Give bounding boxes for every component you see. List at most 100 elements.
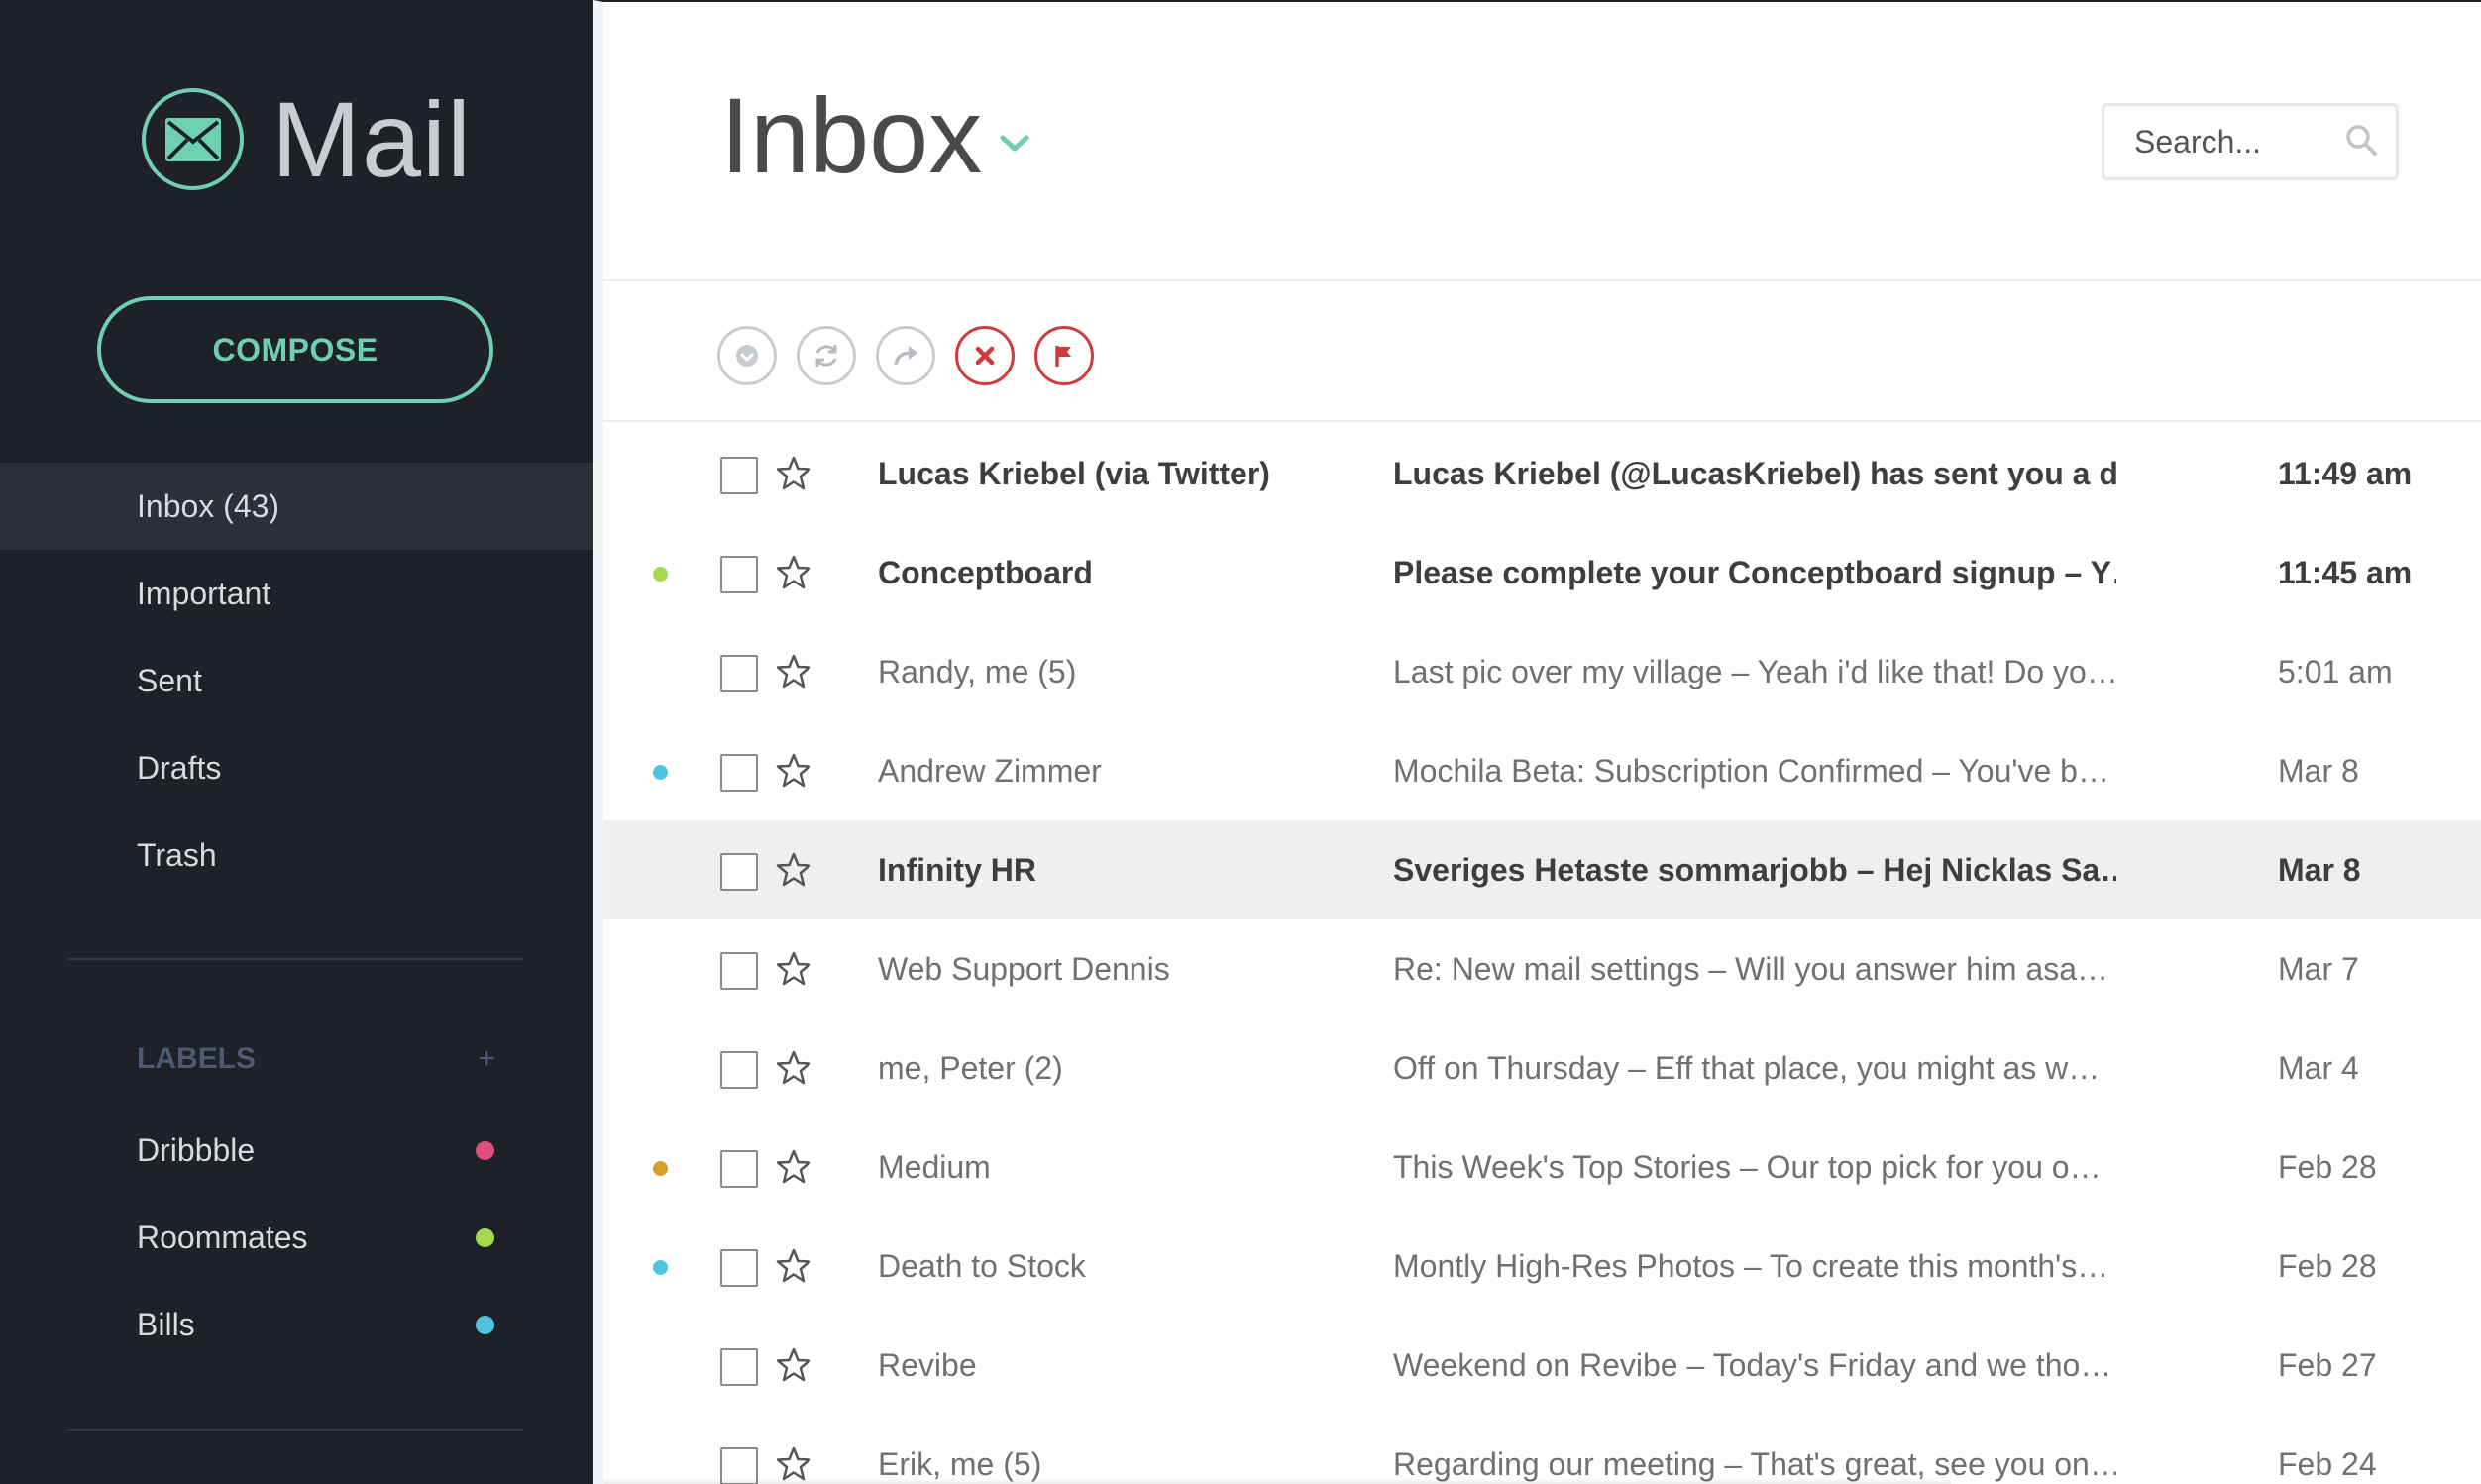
email-sender: Web Support Dennis [878, 951, 1170, 987]
email-sender: Lucas Kriebel (via Twitter) [878, 456, 1270, 491]
label-item-bills[interactable]: Bills [0, 1281, 593, 1368]
email-subject: This Week's Top Stories – Our top pick f… [1393, 1149, 2102, 1185]
message-toolbar [603, 283, 2481, 422]
email-date: Feb 27 [2278, 1347, 2377, 1383]
labels-header: LABELS + [137, 1042, 495, 1076]
star-icon[interactable] [775, 850, 812, 890]
email-subject: Lucas Kriebel (@LucasKriebel) has sent y… [1393, 456, 2116, 491]
label-name: Bills [137, 1306, 195, 1342]
email-subject: Montly High-Res Photos – To create this … [1393, 1248, 2109, 1284]
chevron-down-icon[interactable] [1000, 134, 1029, 159]
email-list: Lucas Kriebel (via Twitter) Lucas Kriebe… [603, 424, 2481, 1484]
label-item-dribbble[interactable]: Dribbble [0, 1107, 593, 1194]
app-name: Mail [271, 78, 473, 199]
email-sender: Medium [878, 1149, 991, 1185]
email-subject: Off on Thursday – Eff that place, you mi… [1393, 1050, 2101, 1086]
row-checkbox[interactable] [720, 1051, 758, 1089]
email-date: Mar 4 [2278, 1050, 2359, 1086]
nav-item-important[interactable]: Important [0, 550, 593, 637]
mail-app: Mail COMPOSE Inbox (43) Important Sent D… [0, 0, 2481, 1484]
label-color-dot [476, 1140, 494, 1160]
email-date: Feb 28 [2278, 1149, 2377, 1185]
email-row[interactable]: Death to Stock Montly High-Res Photos – … [603, 1217, 2481, 1316]
nav-item-inbox[interactable]: Inbox (43) [0, 463, 593, 550]
email-subject: Please complete your Conceptboard signup… [1393, 555, 2116, 590]
email-date: Mar 8 [2278, 753, 2359, 789]
search-input[interactable] [2134, 123, 2344, 160]
label-name: Dribbble [137, 1131, 256, 1168]
label-name: Roommates [137, 1219, 308, 1255]
label-dot [653, 765, 668, 780]
email-date: 5:01 am [2278, 654, 2393, 689]
nav-item-drafts[interactable]: Drafts [0, 724, 593, 811]
label-item-roommates[interactable]: Roommates [0, 1194, 593, 1281]
label-color-dot [476, 1227, 494, 1247]
row-checkbox[interactable] [720, 1249, 758, 1287]
nav-item-sent[interactable]: Sent [0, 637, 593, 724]
email-row[interactable]: Web Support Dennis Re: New mail settings… [603, 919, 2481, 1018]
email-row[interactable]: Lucas Kriebel (via Twitter) Lucas Kriebe… [603, 424, 2481, 523]
email-row[interactable]: Medium This Week's Top Stories – Our top… [603, 1117, 2481, 1217]
row-checkbox[interactable] [720, 556, 758, 593]
email-row[interactable]: Infinity HR Sveriges Hetaste sommarjobb … [603, 820, 2481, 919]
nav-item-trash[interactable]: Trash [0, 811, 593, 899]
email-date: Feb 24 [2278, 1446, 2377, 1482]
email-date: Mar 8 [2278, 852, 2361, 888]
brand: Mail [142, 78, 473, 199]
folder-nav: Inbox (43) Important Sent Drafts Trash [0, 463, 593, 899]
email-sender: Randy, me (5) [878, 654, 1077, 689]
row-checkbox[interactable] [720, 853, 758, 891]
row-checkbox[interactable] [720, 655, 758, 692]
star-icon[interactable] [775, 1345, 812, 1385]
email-sender: Revibe [878, 1347, 977, 1383]
star-icon[interactable] [775, 949, 812, 989]
email-row[interactable]: Randy, me (5) Last pic over my village –… [603, 622, 2481, 721]
row-checkbox[interactable] [720, 1348, 758, 1386]
star-icon[interactable] [775, 553, 812, 592]
refresh-icon[interactable] [797, 326, 856, 385]
email-row[interactable]: me, Peter (2) Off on Thursday – Eff that… [603, 1018, 2481, 1117]
scroll-shadow [603, 1478, 1951, 1484]
label-dot [653, 1161, 668, 1176]
email-subject: Re: New mail settings – Will you answer … [1393, 951, 2109, 987]
sidebar-divider [67, 1429, 523, 1431]
email-row[interactable]: Andrew Zimmer Mochila Beta: Subscription… [603, 721, 2481, 820]
email-subject: Mochila Beta: Subscription Confirmed – Y… [1393, 753, 2109, 789]
search-icon[interactable] [2344, 123, 2378, 161]
email-subject: Last pic over my village – Yeah i'd like… [1393, 654, 2116, 689]
email-date: 11:45 am [2278, 555, 2413, 590]
row-checkbox[interactable] [720, 952, 758, 990]
forward-icon[interactable] [876, 326, 935, 385]
mail-logo-icon [142, 88, 244, 190]
star-icon[interactable] [775, 1048, 812, 1088]
star-icon[interactable] [775, 1246, 812, 1286]
label-list: Dribbble Roommates Bills [0, 1107, 593, 1368]
flag-icon[interactable] [1034, 326, 1094, 385]
email-date: 11:49 am [2278, 456, 2413, 491]
email-row[interactable]: Conceptboard Please complete your Concep… [603, 523, 2481, 622]
row-checkbox[interactable] [720, 457, 758, 494]
email-date: Feb 28 [2278, 1248, 2377, 1284]
star-icon[interactable] [775, 751, 812, 791]
email-sender: Andrew Zimmer [878, 753, 1102, 789]
add-label-button[interactable]: + [478, 1042, 495, 1076]
row-checkbox[interactable] [720, 754, 758, 792]
email-subject: Weekend on Revibe – Today's Friday and w… [1393, 1347, 2112, 1383]
star-icon[interactable] [775, 652, 812, 691]
star-icon[interactable] [775, 454, 812, 493]
email-subject: Sveriges Hetaste sommarjobb – Hej Nickla… [1393, 852, 2116, 888]
inbox-header: Inbox [603, 2, 2481, 281]
delete-icon[interactable] [955, 326, 1015, 385]
star-icon[interactable] [775, 1147, 812, 1187]
compose-button[interactable]: COMPOSE [97, 296, 493, 403]
email-row[interactable]: Erik, me (5) Regarding our meeting – Tha… [603, 1415, 2481, 1484]
check-all-icon[interactable] [717, 326, 777, 385]
search-box[interactable] [2102, 103, 2399, 180]
email-row[interactable]: Revibe Weekend on Revibe – Today's Frida… [603, 1316, 2481, 1415]
email-sender: Death to Stock [878, 1248, 1086, 1284]
email-sender: Conceptboard [878, 555, 1093, 590]
main-panel: Inbox Search... Lucas Kriebel (via Twitt… [593, 0, 2481, 1484]
page-title: Inbox [720, 75, 983, 195]
row-checkbox[interactable] [720, 1150, 758, 1188]
label-dot [653, 1260, 668, 1275]
